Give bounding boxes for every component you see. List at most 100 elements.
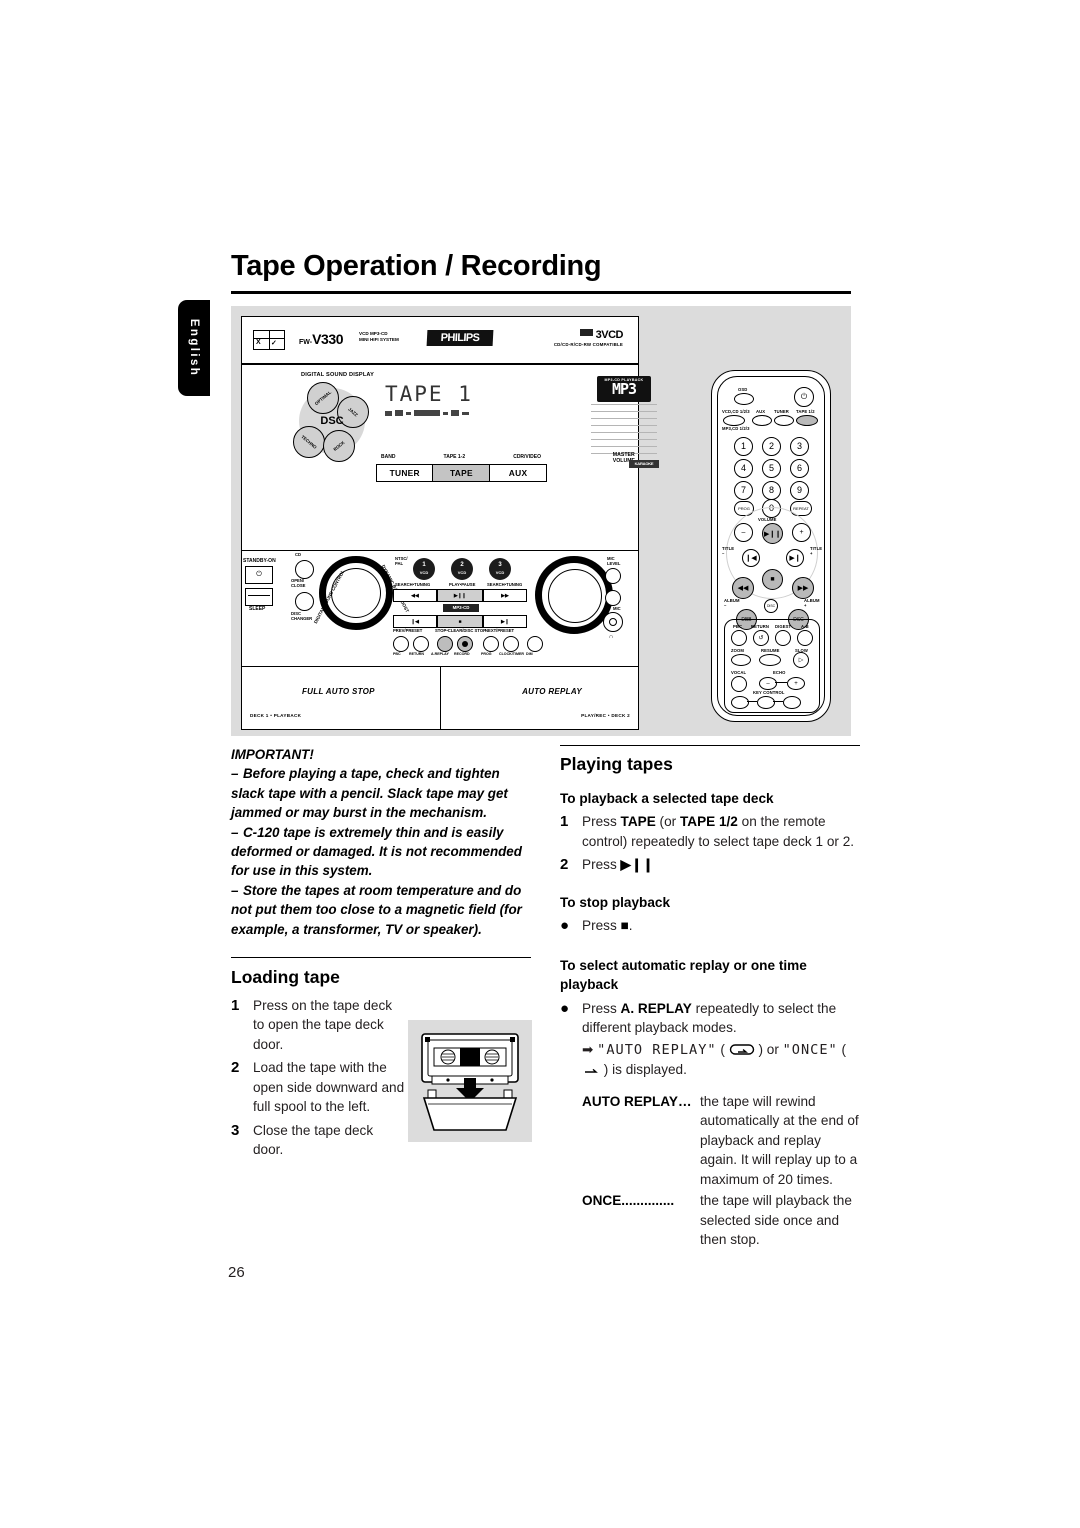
resume-label: RESUME (761, 648, 780, 653)
keypad-1[interactable]: 1 (734, 437, 753, 456)
headphone-jack[interactable] (603, 612, 623, 632)
stop-clear-button[interactable]: ■ (437, 615, 483, 628)
karaoke-badge: KARAOKE (629, 460, 659, 468)
echo-up-button[interactable]: + (787, 677, 805, 690)
search-tuning-down-button[interactable]: ◀◀ (393, 589, 437, 602)
echo-down-button[interactable]: – (759, 677, 777, 690)
key-control-label: KEY CONTROL (753, 690, 785, 695)
auto-replay-heading: To select automatic replay or one time p… (560, 957, 807, 993)
tape-1-2-button[interactable] (796, 415, 818, 426)
album-plus-label: ALBUM + (804, 598, 820, 608)
fast-forward-button[interactable]: ▶▶ (792, 577, 814, 599)
dsc-mode-techno[interactable]: TECHNO (293, 426, 325, 458)
play-pause-label: PLAY•PAUSE (449, 582, 476, 587)
a-replay-button[interactable] (437, 636, 453, 652)
return-button[interactable] (413, 636, 429, 652)
key-control-sharp-button[interactable] (783, 696, 801, 709)
power-button[interactable]: ⏻ (794, 387, 814, 407)
vocal-button[interactable] (731, 676, 747, 692)
play-pause-button[interactable]: ▶❙❙ (437, 589, 483, 602)
deck1-mode-label: FULL AUTO STOP (302, 687, 375, 696)
definition-dots: .............. (621, 1193, 675, 1209)
dsc-mode-optimal[interactable]: OPTIMAL (307, 382, 339, 414)
osd-button[interactable] (734, 393, 754, 405)
stop-button[interactable]: ■ (762, 569, 783, 590)
important-heading: IMPORTANT! (231, 747, 314, 762)
zoom-button[interactable] (731, 654, 751, 666)
play-pause-button[interactable]: ▶❙❙ (762, 523, 783, 544)
select-deck-step-2: 2 Press ▶❙❙ (560, 855, 860, 875)
vcd-cd-button[interactable] (723, 415, 745, 426)
slow-button[interactable]: ▷ (793, 652, 809, 668)
previous-button[interactable]: ❙◀ (742, 549, 760, 567)
source-button-tuner[interactable]: TUNER (375, 464, 434, 482)
volume-up-button[interactable]: + (792, 523, 811, 542)
record-label: RECORD (454, 652, 470, 656)
tuner-button[interactable] (774, 415, 794, 426)
next-button[interactable]: ▶❙ (786, 549, 804, 567)
vcd-button-2[interactable]: 2 VCD (451, 558, 473, 580)
vcd-button-1[interactable]: 1 VCD (413, 558, 435, 580)
volume-down-button[interactable]: – (734, 523, 753, 542)
key-control-flat-button[interactable] (731, 696, 749, 709)
record-button[interactable] (457, 636, 473, 652)
cd-label: CD (295, 552, 302, 557)
vcd-button-3[interactable]: 3 VCD (489, 558, 511, 580)
label-cdr-video: CDR/VIDEO (513, 454, 541, 460)
keypad-2[interactable]: 2 (762, 437, 781, 456)
language-tab: English (178, 300, 210, 396)
auto-replay-item: ● Press A. REPLAY repeatedly to select t… (560, 999, 860, 1080)
cd-open-close-knob[interactable] (295, 560, 314, 579)
step-text: Press TAPE (or TAPE 1/2 on the remote co… (582, 814, 855, 849)
important-item-2: – C-120 tape is extremely thin and is eas… (231, 824, 522, 879)
search-tuning-up-button[interactable]: ▶▶ (483, 589, 527, 602)
mp3-badge-text: MP3 (611, 380, 637, 398)
mic-level-knob[interactable] (605, 568, 621, 584)
step-number: 1 (231, 996, 240, 1014)
ab-label: A-B (801, 624, 809, 629)
pbc-button[interactable] (393, 636, 409, 652)
source-sublabels: BAND TAPE 1-2 CDR/VIDEO (381, 454, 541, 460)
keypad-4[interactable]: 4 (734, 459, 753, 478)
ab-button[interactable] (797, 630, 813, 646)
cassette-diagram-svg (421, 1033, 519, 1131)
source-button-tape[interactable]: TAPE (432, 464, 491, 482)
keypad-3[interactable]: 3 (790, 437, 809, 456)
clock-timer-label: CLOCK/TIMER (499, 652, 524, 656)
sleep-button[interactable] (245, 588, 273, 606)
keypad-8[interactable]: 8 (762, 481, 781, 500)
prog-label: PROG (481, 652, 492, 656)
language-tab-label: English (188, 318, 200, 378)
source-button-aux[interactable]: AUX (489, 464, 548, 482)
prev-preset-label: PREV/PRESET (393, 628, 423, 633)
next-preset-button[interactable]: ▶❙ (483, 615, 527, 628)
rewind-button[interactable]: ◀◀ (732, 577, 754, 599)
pbc-button[interactable] (731, 630, 747, 646)
step-text: Press on the tape deck to open the tape … (253, 997, 393, 1052)
disc-button[interactable]: DISC (764, 599, 778, 613)
label-band: BAND (381, 454, 396, 460)
dim-button[interactable] (527, 636, 543, 652)
bullet: ● (560, 999, 570, 1017)
prev-preset-button[interactable]: ❙◀ (393, 615, 437, 628)
disc-changer-knob[interactable] (295, 592, 314, 611)
dsc-mode-rock[interactable]: ROCK (323, 430, 355, 462)
digest-button[interactable] (775, 630, 791, 646)
display-indicators (385, 410, 513, 416)
resume-button[interactable] (759, 654, 781, 666)
standby-on-button[interactable]: ⏻ (245, 566, 273, 584)
prog-button[interactable] (483, 636, 499, 652)
sleep-label: SLEEP (249, 606, 266, 612)
volume-label: VOLUME (758, 517, 777, 522)
keypad-6[interactable]: 6 (790, 459, 809, 478)
clock-timer-button[interactable] (503, 636, 519, 652)
return-arrow-icon: ↺ (758, 635, 764, 642)
key-control-neutral-button[interactable] (757, 696, 775, 709)
keypad-9[interactable]: 9 (790, 481, 809, 500)
keypad-5[interactable]: 5 (762, 459, 781, 478)
mic-jack[interactable] (605, 590, 621, 606)
return-button[interactable]: ↺ (753, 630, 769, 646)
keypad-7[interactable]: 7 (734, 481, 753, 500)
deck-divider (440, 667, 442, 729)
aux-button[interactable] (752, 415, 772, 426)
